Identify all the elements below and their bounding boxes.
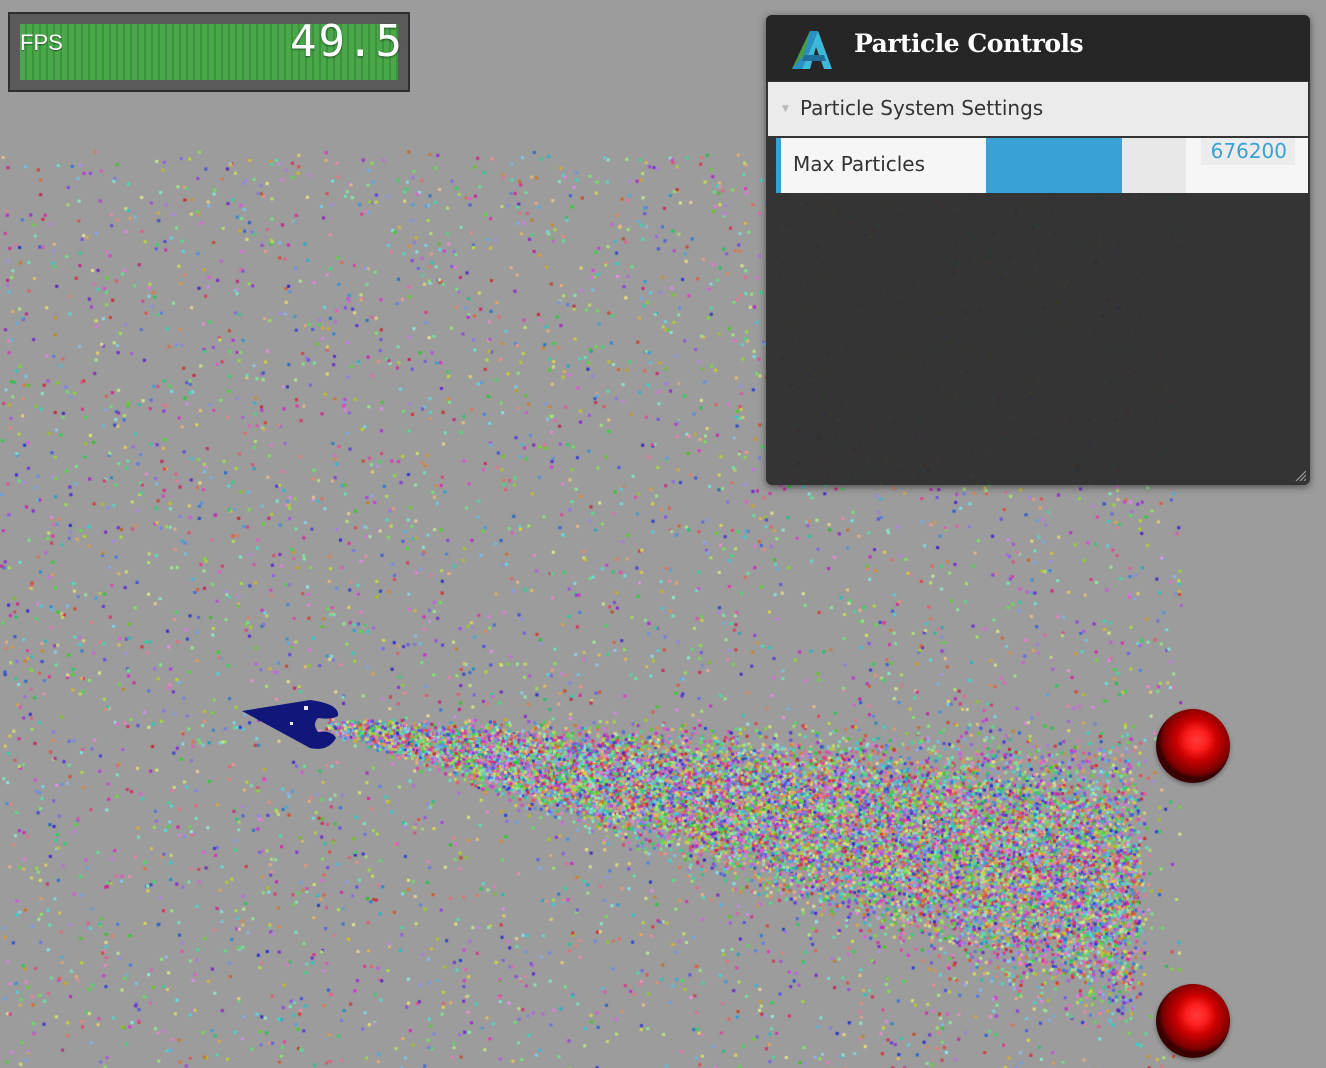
- max-particles-value-input[interactable]: 676200: [1201, 138, 1295, 165]
- resize-handle-icon[interactable]: [1294, 469, 1306, 481]
- red-sphere: [1156, 984, 1230, 1058]
- max-particles-row: Max Particles 676200: [776, 138, 1308, 193]
- section-title: Particle System Settings: [800, 96, 1044, 120]
- slider-fill: [986, 138, 1122, 193]
- fps-meter: FPS 49.5: [8, 12, 410, 92]
- autodesk-logo-icon: [792, 31, 832, 69]
- max-particles-slider[interactable]: [986, 138, 1186, 193]
- section-header-particle-system-settings[interactable]: ▼ Particle System Settings: [768, 82, 1308, 136]
- panel-title: Particle Controls: [854, 29, 1084, 58]
- fps-label: FPS: [20, 30, 63, 55]
- particle-emitter-ship: [242, 700, 339, 749]
- red-sphere: [1156, 709, 1230, 783]
- panel-header[interactable]: Particle Controls: [766, 15, 1310, 81]
- fps-value: 49.5: [290, 16, 404, 67]
- particle-controls-panel: Particle Controls ▼ Particle System Sett…: [766, 15, 1310, 485]
- max-particles-label: Max Particles: [793, 152, 926, 176]
- collapse-caret-icon[interactable]: ▼: [782, 104, 789, 114]
